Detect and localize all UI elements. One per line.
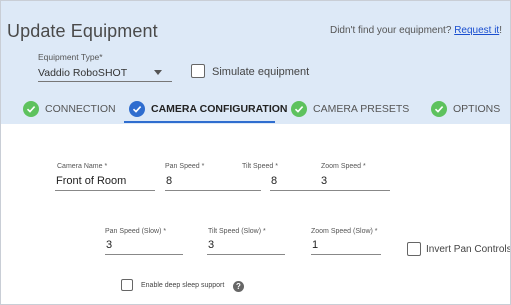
tab-options[interactable]: OPTIONS [431,93,500,124]
tab-connection[interactable]: CONNECTION [23,93,116,124]
dialog-title: Update Equipment [7,21,158,41]
camera-name-input[interactable]: Front of Room [55,174,155,191]
equipment-type-select[interactable]: Vaddio RoboSHOT [38,64,172,82]
tab-label: CAMERA PRESETS [313,102,410,115]
tilt-speed-slow-label: Tilt Speed (Slow) * [208,228,266,235]
zoom-speed-label: Zoom Speed * [321,163,366,170]
tilt-speed-label: Tilt Speed * [242,163,278,170]
check-circle-icon [129,100,145,117]
tab-camera-presets[interactable]: CAMERA PRESETS [291,93,409,124]
zoom-speed-input[interactable]: 3 [320,174,390,191]
check-circle-icon [431,100,447,117]
tab-label: CAMERA CONFIGURATION [151,102,288,115]
deep-sleep-checkbox[interactable] [121,279,133,291]
check-circle-icon [291,100,307,117]
request-equipment-text: Didn't find your equipment? Request it! [329,25,502,36]
pan-speed-slow-input[interactable]: 3 [105,238,183,255]
deep-sleep-label: Enable deep sleep support [141,282,225,289]
dialog-header: Update Equipment Didn't find your equipm… [1,1,510,124]
camera-name-label: Camera Name * [57,163,108,170]
equipment-type-label: Equipment Type* [38,52,103,62]
tab-bar: CONNECTION CAMERA CONFIGURATION CAMERA P… [1,93,510,124]
check-circle-icon [23,100,39,117]
zoom-speed-slow-input[interactable]: 1 [311,238,381,255]
invert-pan-controls-checkbox[interactable] [407,242,421,256]
pan-speed-label: Pan Speed * [165,163,205,170]
help-icon[interactable]: ? [233,281,244,292]
dropdown-arrow-icon [154,70,162,75]
simulate-equipment-label: Simulate equipment [212,66,310,78]
invert-pan-controls-label: Invert Pan Controls [426,244,511,255]
tab-camera-configuration[interactable]: CAMERA CONFIGURATION [129,93,288,124]
tilt-speed-slow-input[interactable]: 3 [207,238,285,255]
simulate-equipment-checkbox[interactable] [191,64,205,78]
pan-speed-input[interactable]: 8 [165,174,261,191]
request-it-link[interactable]: Request it [454,25,499,36]
tab-label: CONNECTION [45,102,116,115]
zoom-speed-slow-label: Zoom Speed (Slow) * [311,228,378,235]
update-equipment-dialog: Update Equipment Didn't find your equipm… [0,0,511,305]
tab-label: OPTIONS [453,102,501,115]
pan-speed-slow-label: Pan Speed (Slow) * [105,228,167,235]
active-tab-indicator [124,121,275,123]
equipment-type-value: Vaddio RoboSHOT [38,67,128,79]
